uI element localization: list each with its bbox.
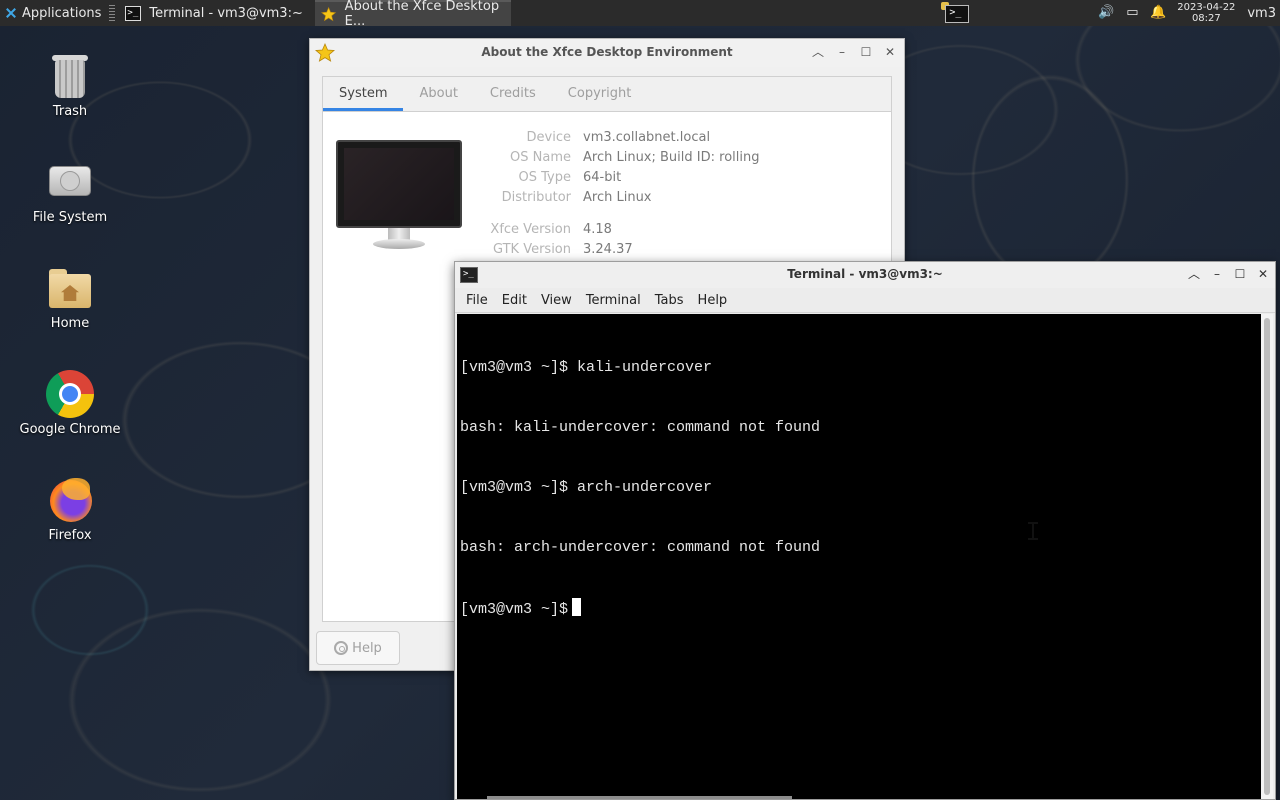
- terminal-scrollbar[interactable]: [1261, 314, 1273, 799]
- system-info-table: Device vm3.collabnet.local OS Name Arch …: [473, 128, 759, 260]
- applications-label: Applications: [22, 5, 102, 21]
- terminal-output[interactable]: [vm3@vm3 ~]$ kali-undercover bash: kali-…: [457, 314, 1261, 799]
- menu-terminal[interactable]: Terminal: [579, 293, 648, 308]
- info-value: 64-bit: [583, 170, 622, 185]
- taskbar-item-terminal[interactable]: >_ Terminal - vm3@vm3:~: [119, 0, 311, 26]
- info-value: 3.24.37: [583, 242, 633, 257]
- shade-button[interactable]: ︿: [1186, 266, 1202, 282]
- panel-separator: [109, 5, 116, 21]
- applications-menu-button[interactable]: Applications: [0, 0, 105, 26]
- terminal-prompt: [vm3@vm3 ~]$: [460, 601, 569, 618]
- info-row-os-name: OS Name Arch Linux; Build ID: rolling: [473, 148, 759, 168]
- star-icon: [321, 6, 337, 21]
- tab-copyright[interactable]: Copyright: [552, 77, 648, 111]
- taskbar-item-label: Terminal - vm3@vm3:~: [149, 5, 303, 21]
- info-value: 4.18: [583, 222, 612, 237]
- taskbar-item-label: About the Xfce Desktop E...: [344, 0, 500, 29]
- terminal-line: [vm3@vm3 ~]$ kali-undercover: [460, 359, 713, 376]
- terminal-line: bash: kali-undercover: command not found: [460, 419, 821, 436]
- info-key: Distributor: [501, 190, 571, 205]
- maximize-button[interactable]: ☐: [1232, 266, 1248, 282]
- terminal-icon: >_: [945, 5, 970, 23]
- terminal-window-title: Terminal - vm3@vm3:~: [787, 267, 943, 281]
- info-row-device: Device vm3.collabnet.local: [473, 128, 759, 148]
- terminal-icon: >_: [125, 5, 142, 21]
- clock[interactable]: 2023-04-22 08:27: [1175, 2, 1237, 24]
- chrome-icon: [46, 370, 94, 418]
- menu-tabs[interactable]: Tabs: [648, 293, 691, 308]
- notification-bell-icon[interactable]: 🔔: [1149, 4, 1167, 22]
- info-value: vm3.collabnet.local: [583, 130, 711, 145]
- tray-terminal-launcher[interactable]: >_: [941, 2, 973, 24]
- desktop-icon-file-system[interactable]: File System: [15, 158, 125, 225]
- taskbar-item-about-xfce[interactable]: About the Xfce Desktop E...: [315, 0, 512, 29]
- info-key: Xfce Version: [490, 222, 571, 237]
- about-tab-bar: System About Credits Copyright: [322, 76, 892, 112]
- desktop-icon-trash[interactable]: Trash: [15, 52, 125, 119]
- tab-credits[interactable]: Credits: [474, 77, 552, 111]
- info-row-os-type: OS Type 64-bit: [473, 168, 759, 188]
- desktop-icon-label: Google Chrome: [19, 422, 121, 437]
- desktop-icon-google-chrome[interactable]: Google Chrome: [15, 370, 125, 437]
- tab-about[interactable]: About: [403, 77, 473, 111]
- help-lifebuoy-icon: [334, 641, 349, 655]
- volume-icon[interactable]: 🔊: [1097, 4, 1115, 22]
- home-folder-icon: [46, 264, 94, 312]
- info-row-distributor: Distributor Arch Linux: [473, 188, 759, 208]
- info-key: OS Name: [510, 150, 571, 165]
- desktop-icon-label: Firefox: [48, 528, 92, 543]
- terminal-line: bash: arch-undercover: command not found: [460, 539, 821, 556]
- monitor-icon: [336, 140, 462, 252]
- desktop-icon-label: Home: [50, 316, 90, 331]
- info-value: Arch Linux: [583, 190, 652, 205]
- clock-date: 2023-04-22: [1177, 2, 1236, 13]
- info-key: OS Type: [518, 170, 571, 185]
- ibeam-cursor-icon: [1028, 522, 1038, 540]
- terminal-prompt-line: [vm3@vm3 ~]$: [460, 598, 1261, 618]
- close-button[interactable]: ✕: [882, 44, 898, 60]
- maximize-button[interactable]: ☐: [858, 44, 874, 60]
- battery-icon[interactable]: ▭: [1123, 4, 1141, 22]
- shade-button[interactable]: ︿: [810, 44, 826, 60]
- terminal-titlebar[interactable]: >_ Terminal - vm3@vm3:~ ︿ – ☐ ✕: [455, 262, 1275, 288]
- scrollbar-thumb[interactable]: [1264, 318, 1270, 795]
- drive-icon: [46, 158, 94, 206]
- firefox-icon: [46, 476, 94, 524]
- menu-view[interactable]: View: [534, 293, 579, 308]
- xfce-logo-icon: [4, 6, 18, 20]
- help-button[interactable]: Help: [316, 631, 400, 665]
- info-row-xfce-version: Xfce Version 4.18: [473, 220, 759, 240]
- close-button[interactable]: ✕: [1255, 266, 1271, 282]
- desktop-icon-home[interactable]: Home: [15, 264, 125, 331]
- info-row-gtk-version: GTK Version 3.24.37: [473, 240, 759, 260]
- trash-icon: [46, 52, 94, 100]
- resize-indicator: [487, 796, 792, 799]
- about-titlebar[interactable]: About the Xfce Desktop Environment ︿ – ☐…: [310, 39, 904, 67]
- help-button-label: Help: [352, 640, 382, 656]
- tab-system[interactable]: System: [323, 77, 404, 111]
- terminal-line: [vm3@vm3 ~]$ arch-undercover: [460, 479, 713, 496]
- text-cursor: [572, 598, 582, 616]
- menu-help[interactable]: Help: [691, 293, 735, 308]
- user-menu[interactable]: vm3: [1241, 6, 1280, 21]
- info-key: GTK Version: [492, 242, 571, 257]
- desktop-icon-firefox[interactable]: Firefox: [15, 476, 125, 543]
- clock-time: 08:27: [1191, 13, 1221, 24]
- terminal-menubar: File Edit View Terminal Tabs Help: [455, 288, 1275, 313]
- menu-file[interactable]: File: [459, 293, 495, 308]
- desktop-icon-label: File System: [32, 210, 108, 225]
- info-value: Arch Linux; Build ID: rolling: [583, 150, 760, 165]
- minimize-button[interactable]: –: [1209, 266, 1225, 282]
- terminal-window: >_ Terminal - vm3@vm3:~ ︿ – ☐ ✕ File Edi…: [454, 261, 1276, 800]
- info-key: Device: [526, 130, 571, 145]
- top-panel: Applications >_ Terminal - vm3@vm3:~ Abo…: [0, 0, 1280, 29]
- desktop-icon-label: Trash: [52, 104, 88, 119]
- menu-edit[interactable]: Edit: [495, 293, 534, 308]
- minimize-button[interactable]: –: [834, 44, 850, 60]
